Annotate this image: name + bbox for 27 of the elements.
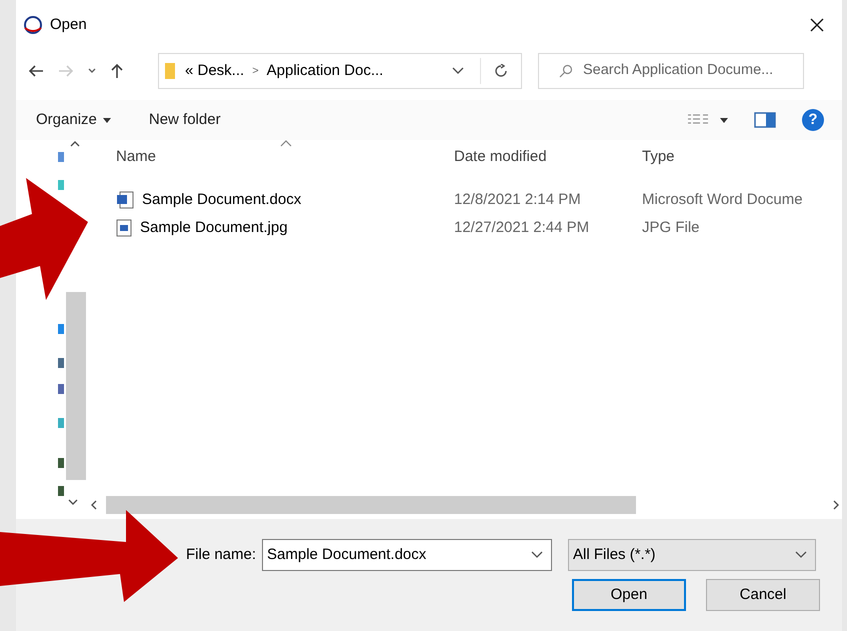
file-row[interactable]: Sample Document.jpg 12/27/2021 2:44 PM JPG File <box>90 214 842 242</box>
file-type: Microsoft Word Docume <box>642 190 804 210</box>
file-name: Sample Document.jpg <box>140 218 288 238</box>
organize-button[interactable]: Organize <box>36 108 111 132</box>
dialog-button[interactable]: Cancel <box>706 579 820 611</box>
column-header[interactable]: Name <box>90 146 454 168</box>
new-folder-button[interactable]: New folder <box>148 108 221 132</box>
help-button[interactable]: ? <box>802 109 824 131</box>
dialog-button[interactable]: Open <box>572 579 686 611</box>
file-row[interactable]: Sample Document.docx 12/8/2021 2:14 PM Microsoft Word Docume <box>90 186 842 214</box>
file-date: 12/27/2021 2:44 PM <box>454 218 590 238</box>
file-name-field[interactable]: Sample Document.docx <box>262 539 552 571</box>
file-type: JPG File <box>642 218 701 238</box>
search-field[interactable]: Search Application Docume... <box>538 53 804 89</box>
breadcrumb-item[interactable]: « Desk... <box>185 60 244 82</box>
file-date: 12/8/2021 2:14 PM <box>454 190 582 210</box>
breadcrumb-item[interactable]: Application Doc... <box>266 60 384 82</box>
window-title: Open <box>50 14 87 35</box>
column-header[interactable]: Date modified <box>454 146 642 168</box>
file-name-input[interactable]: Sample Document.docx <box>267 544 532 566</box>
search-input[interactable]: Search Application Docume... <box>583 60 803 82</box>
file-name: Sample Document.docx <box>142 190 302 210</box>
column-header[interactable]: Type <box>642 146 842 168</box>
file-type-dropdown[interactable]: All Files (*.*) <box>568 539 816 571</box>
breadcrumb-separator: > <box>252 64 259 79</box>
address-bar[interactable]: « Desk... > Application Doc... <box>158 53 522 89</box>
field-label: File name: <box>186 544 256 565</box>
